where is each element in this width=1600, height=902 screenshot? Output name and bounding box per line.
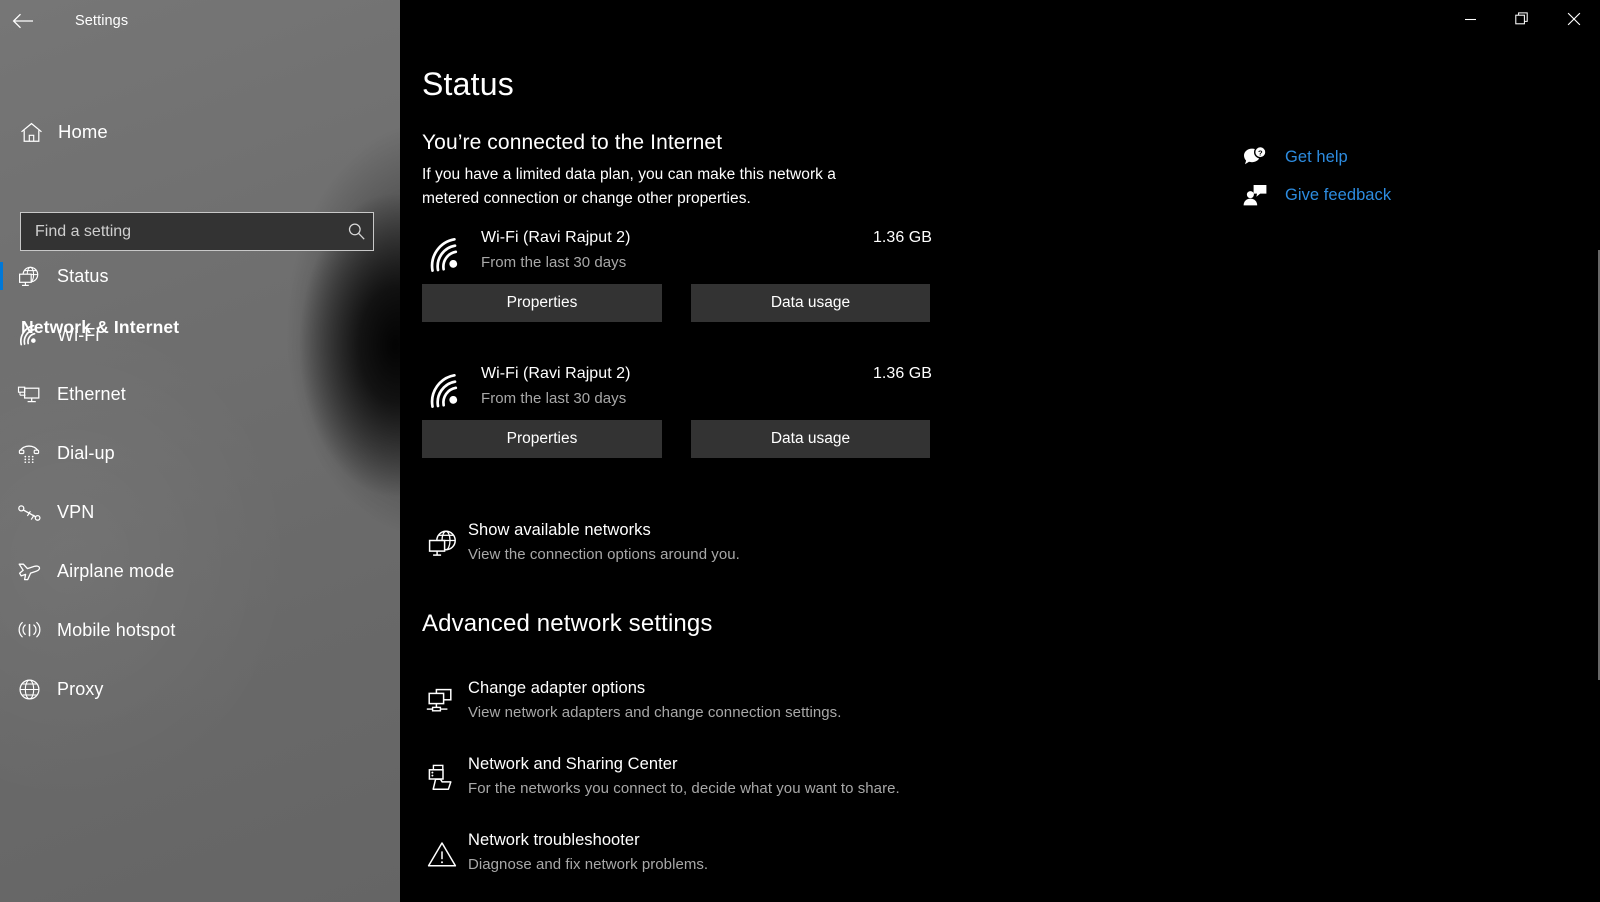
minimize-button[interactable] — [1444, 0, 1496, 38]
window-title: Settings — [75, 13, 129, 29]
network-sharing-center-title: Network and Sharing Center — [468, 755, 678, 773]
close-icon — [1567, 12, 1581, 26]
sidebar-item-mobile-hotspot[interactable]: Mobile hotspot — [0, 601, 400, 660]
feedback-person-icon — [1238, 183, 1272, 207]
sidebar-item-proxy-label: Proxy — [57, 679, 104, 699]
network-usage: 1.36 GB — [872, 365, 932, 382]
connection-heading: You’re connected to the Internet — [422, 131, 723, 154]
network-summary-row: Wi-Fi (Ravi Rajput 2) From the last 30 d… — [422, 364, 932, 420]
airplane-icon — [14, 560, 44, 583]
properties-button[interactable]: Properties — [422, 284, 662, 322]
network-name: Wi-Fi (Ravi Rajput 2) — [481, 365, 631, 382]
sidebar-item-home-label: Home — [58, 121, 108, 142]
sidebar-item-dialup-label: Dial-up — [57, 443, 115, 463]
sidebar-item-proxy[interactable]: Proxy — [0, 660, 400, 719]
sidebar-item-wifi-label: Wi-Fi — [57, 325, 100, 345]
dialup-phone-icon — [14, 443, 44, 465]
restore-icon — [1515, 12, 1528, 25]
search-icon — [339, 222, 373, 241]
help-rail: ? Get help Give feedback — [1238, 138, 1538, 214]
network-actions: Properties Data usage — [422, 420, 932, 458]
network-period: From the last 30 days — [481, 390, 627, 407]
network-troubleshooter-title: Network troubleshooter — [468, 831, 640, 849]
globe-icon — [14, 678, 44, 701]
show-available-networks-title: Show available networks — [468, 521, 651, 539]
network-sharing-center-link[interactable]: Network and Sharing Center For the netwo… — [422, 755, 1022, 805]
show-available-networks-link[interactable]: Show available networks View the connect… — [422, 521, 1022, 571]
hotspot-icon — [14, 620, 44, 642]
globe-monitor-icon — [425, 526, 461, 562]
page-title: Status — [422, 66, 514, 102]
network-block: Wi-Fi (Ravi Rajput 2) From the last 30 d… — [422, 364, 932, 458]
network-usage: 1.36 GB — [872, 229, 932, 246]
sidebar-nav-list: Status Wi-Fi Ethernet Dial-up VPN Airpla… — [0, 247, 400, 719]
restore-button[interactable] — [1496, 0, 1548, 38]
printer-folder-icon — [425, 760, 461, 796]
svg-text:?: ? — [1258, 148, 1263, 157]
data-usage-button[interactable]: Data usage — [691, 284, 930, 322]
wifi-icon — [424, 370, 468, 412]
network-period: From the last 30 days — [481, 254, 627, 271]
sidebar-item-dialup[interactable]: Dial-up — [0, 424, 400, 483]
network-actions: Properties Data usage — [422, 284, 932, 322]
network-block: Wi-Fi (Ravi Rajput 2) From the last 30 d… — [422, 228, 932, 322]
sidebar-item-vpn-label: VPN — [57, 502, 95, 522]
sidebar-item-status-label: Status — [57, 266, 109, 286]
sidebar-titlebar: Settings — [0, 0, 400, 42]
sidebar-item-vpn[interactable]: VPN — [0, 483, 400, 542]
home-icon — [16, 122, 46, 143]
change-adapter-options-title: Change adapter options — [468, 679, 646, 697]
sidebar-item-airplane-mode-label: Airplane mode — [57, 561, 175, 581]
sidebar-item-ethernet-label: Ethernet — [57, 384, 126, 404]
vpn-key-icon — [14, 502, 44, 524]
sidebar-item-home[interactable]: Home — [0, 111, 400, 153]
advanced-settings-heading: Advanced network settings — [422, 610, 713, 637]
sidebar: Settings Home Network & Internet — [0, 0, 400, 902]
close-button[interactable] — [1548, 0, 1600, 38]
selection-accent-bar — [0, 262, 3, 290]
change-adapter-options-link[interactable]: Change adapter options View network adap… — [422, 679, 1022, 729]
main-content: Status You’re connected to the Internet … — [400, 0, 1600, 902]
sidebar-item-status[interactable]: Status — [0, 247, 400, 306]
sidebar-item-mobile-hotspot-label: Mobile hotspot — [57, 620, 176, 640]
ethernet-icon — [14, 384, 44, 406]
sidebar-item-wifi[interactable]: Wi-Fi — [0, 306, 400, 365]
window-controls — [1444, 0, 1600, 38]
minimize-icon — [1464, 18, 1476, 20]
help-bubble-icon: ? — [1238, 145, 1272, 169]
network-troubleshooter-link[interactable]: Network troubleshooter Diagnose and fix … — [422, 831, 1022, 881]
get-help-label: Get help — [1285, 147, 1348, 166]
data-usage-button[interactable]: Data usage — [691, 420, 930, 458]
warning-triangle-icon — [425, 836, 461, 872]
connection-description: If you have a limited data plan, you can… — [422, 166, 836, 207]
back-button[interactable] — [0, 0, 46, 42]
search-box[interactable] — [20, 212, 374, 251]
wifi-icon — [14, 324, 44, 347]
network-name: Wi-Fi (Ravi Rajput 2) — [481, 229, 631, 246]
sidebar-item-airplane-mode[interactable]: Airplane mode — [0, 542, 400, 601]
search-input[interactable] — [21, 213, 339, 250]
adapter-monitors-icon — [425, 684, 461, 720]
change-adapter-options-subtitle: View network adapters and change connect… — [468, 704, 842, 721]
give-feedback-link[interactable]: Give feedback — [1238, 176, 1538, 214]
wifi-icon — [424, 234, 468, 276]
get-help-link[interactable]: ? Get help — [1238, 138, 1538, 176]
show-available-networks-subtitle: View the connection options around you. — [468, 546, 740, 563]
network-troubleshooter-subtitle: Diagnose and fix network problems. — [468, 856, 709, 873]
sidebar-item-ethernet[interactable]: Ethernet — [0, 365, 400, 424]
network-summary-row: Wi-Fi (Ravi Rajput 2) From the last 30 d… — [422, 228, 932, 284]
give-feedback-label: Give feedback — [1285, 185, 1392, 204]
properties-button[interactable]: Properties — [422, 420, 662, 458]
settings-window: Settings Home Network & Internet — [0, 0, 1600, 902]
network-sharing-center-subtitle: For the networks you connect to, decide … — [468, 780, 900, 797]
globe-monitor-icon — [14, 265, 44, 289]
back-arrow-icon — [12, 13, 33, 29]
